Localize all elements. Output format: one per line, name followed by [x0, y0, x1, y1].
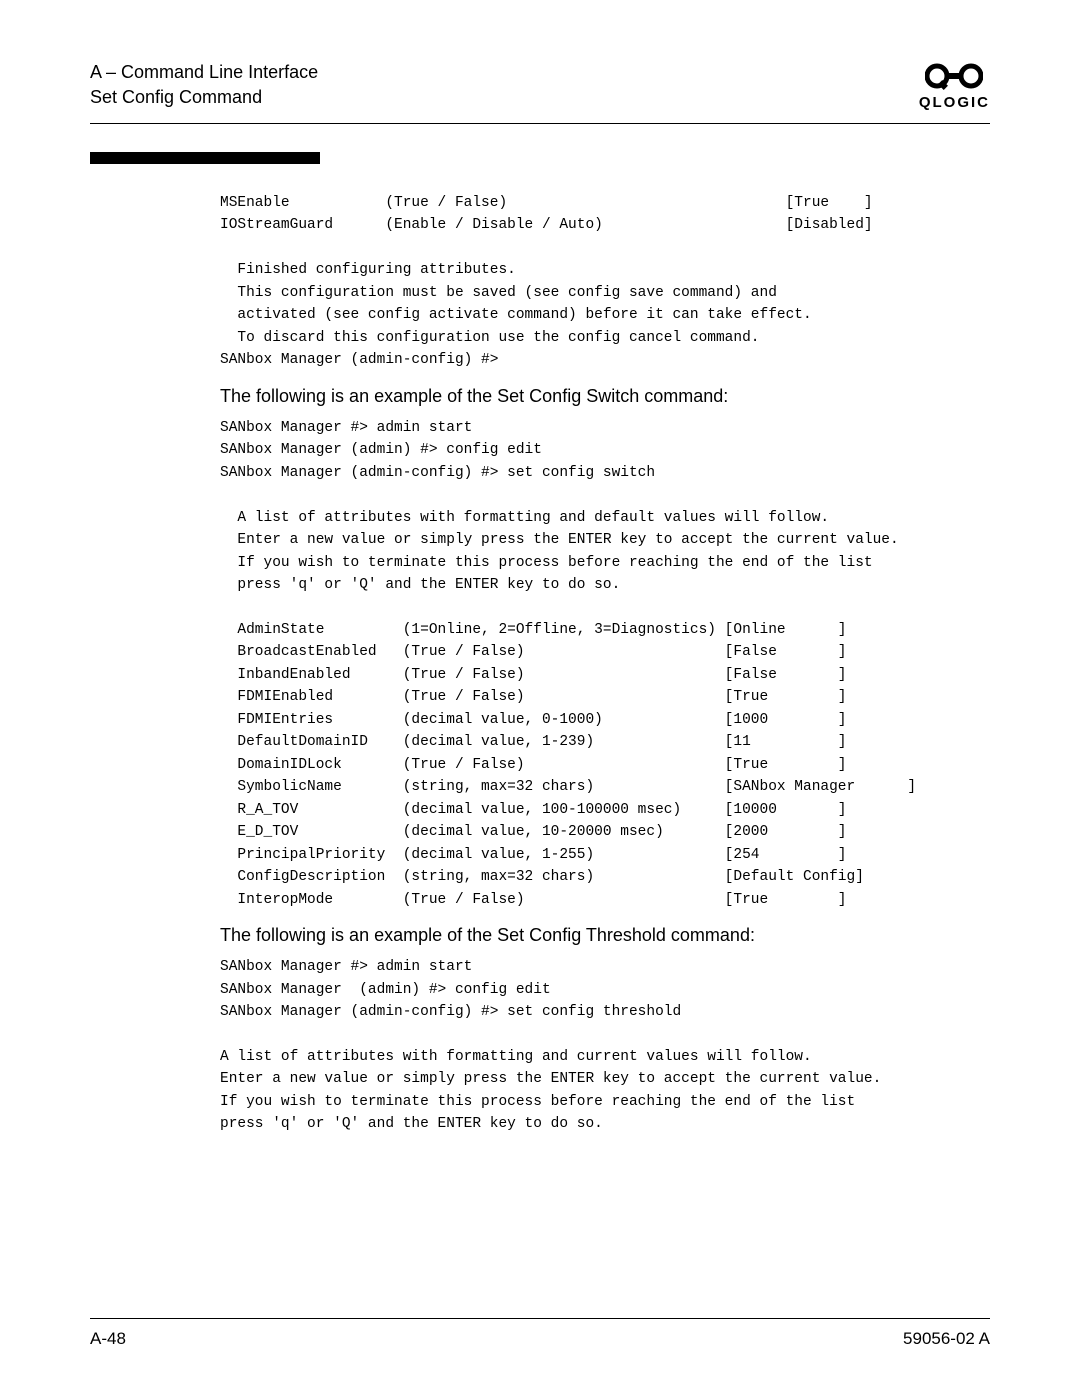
cli-block-1: MSEnable (True / False) [True ] IOStream…: [220, 192, 990, 372]
logo-text: QLOGIC: [919, 94, 990, 111]
header-line-2: Set Config Command: [90, 85, 318, 110]
qlogic-logo-icon: [925, 60, 983, 92]
heading-set-config-switch: The following is an example of the Set C…: [220, 386, 990, 407]
page-number: A-48: [90, 1329, 126, 1349]
page-header: A – Command Line Interface Set Config Co…: [90, 60, 990, 111]
doc-id: 59056-02 A: [903, 1329, 990, 1349]
page-footer: A-48 59056-02 A: [90, 1318, 990, 1349]
header-rule: [90, 123, 990, 124]
cli-block-2: SANbox Manager #> admin start SANbox Man…: [220, 417, 990, 911]
brand-logo: QLOGIC: [919, 60, 990, 111]
header-text: A – Command Line Interface Set Config Co…: [90, 60, 318, 110]
cli-block-3: SANbox Manager #> admin start SANbox Man…: [220, 956, 990, 1136]
header-line-1: A – Command Line Interface: [90, 60, 318, 85]
heading-set-config-threshold: The following is an example of the Set C…: [220, 925, 990, 946]
black-tab-bar: [90, 152, 320, 164]
main-content: MSEnable (True / False) [True ] IOStream…: [90, 192, 990, 1136]
